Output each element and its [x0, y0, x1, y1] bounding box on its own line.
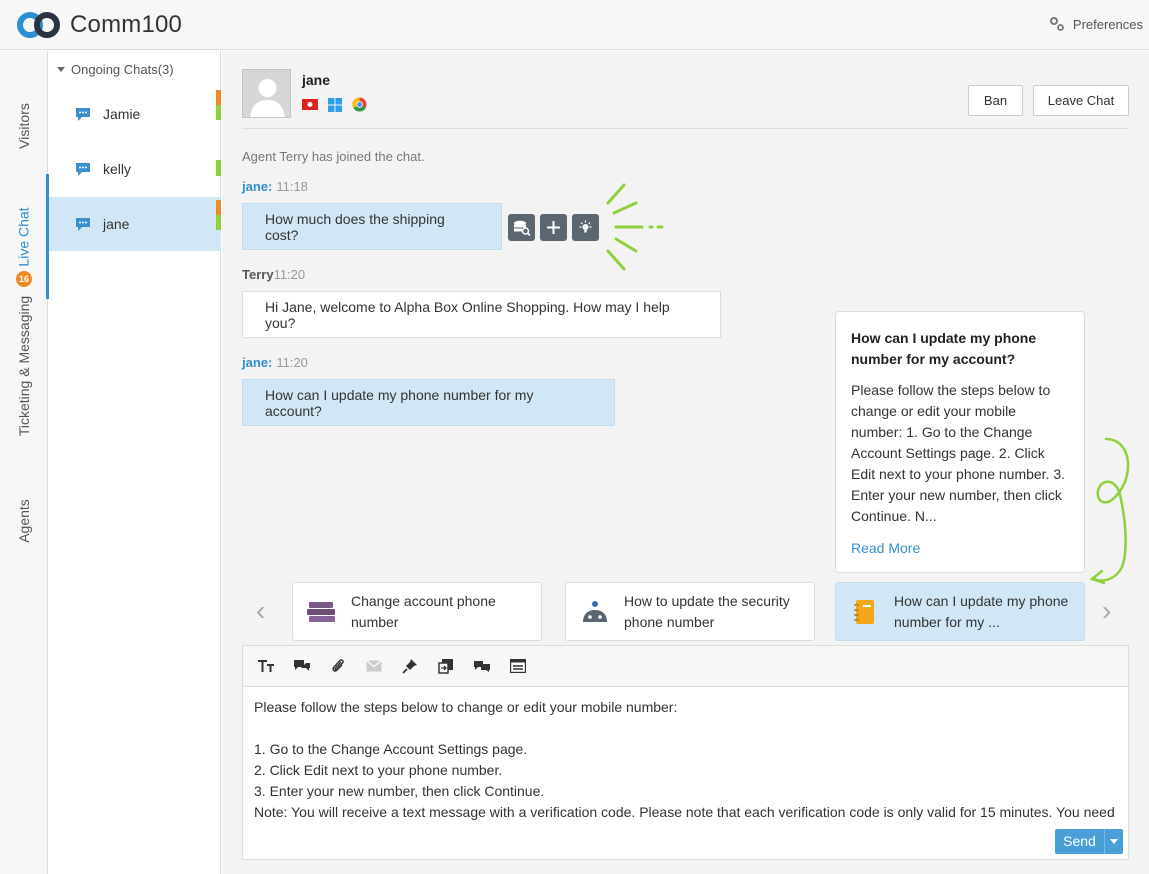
input-line — [254, 718, 1117, 739]
tab-visitors-label: Visitors — [16, 103, 32, 149]
status-bars — [216, 90, 221, 120]
transfer-icon[interactable] — [437, 657, 455, 675]
vertical-nav: Visitors Live Chat 16 Ticketing & Messag… — [0, 51, 49, 874]
preferences-label: Preferences — [1072, 16, 1143, 32]
top-bar: Comm100 Preferences — [0, 0, 1149, 50]
robot-icon — [583, 600, 607, 622]
books-icon — [307, 601, 335, 622]
input-line: Please follow the steps below to change … — [254, 699, 678, 715]
logo: Comm100 — [16, 11, 182, 39]
input-line: 1. Go to the Change Account Settings pag… — [254, 741, 528, 757]
chat-item-name: Jamie — [103, 106, 141, 122]
chat-item-jamie[interactable]: Jamie — [49, 87, 221, 141]
input-line: 2. Click Edit next to your phone number. — [254, 762, 503, 778]
chat-item-name: kelly — [103, 161, 132, 177]
tab-ticketing-messaging[interactable]: Ticketing & Messaging — [0, 291, 48, 441]
status-bars — [216, 200, 221, 230]
invite-chat-icon[interactable] — [473, 657, 491, 675]
ongoing-chats-label: Ongoing Chats(3) — [71, 62, 174, 77]
chat-item-kelly[interactable]: kelly — [49, 142, 221, 196]
lightbulb-icon — [579, 220, 592, 233]
visitor-message: How can I update my phone number for my … — [242, 379, 615, 426]
send-button[interactable]: Send — [1055, 829, 1123, 854]
ban-button[interactable]: Ban — [968, 85, 1023, 116]
caret-down-icon — [57, 66, 65, 72]
visitor-message: How much does the shipping cost? — [242, 203, 502, 250]
plus-icon — [547, 221, 560, 234]
suggestion-item-selected[interactable]: How can I update my phone number for my … — [835, 582, 1085, 641]
prev-suggestion-arrow[interactable]: ‹ — [256, 596, 265, 626]
pin-icon[interactable] — [401, 657, 419, 675]
preferences-link[interactable]: Preferences — [1049, 16, 1143, 32]
curl-arrow-annotation-icon — [1089, 437, 1130, 585]
suggestion-item[interactable]: Change account phone number — [292, 582, 542, 641]
tab-live-chat-label: Live Chat — [16, 206, 32, 267]
gears-icon — [1049, 17, 1064, 31]
canned-message-icon[interactable] — [293, 657, 311, 675]
add-button[interactable] — [540, 214, 567, 241]
database-search-icon — [513, 220, 531, 236]
visitor-name: jane — [302, 72, 331, 88]
message-input[interactable]: Please follow the steps below to change … — [243, 687, 1128, 821]
highlight-annotation-icon — [606, 183, 664, 271]
leave-chat-button[interactable]: Leave Chat — [1033, 85, 1129, 116]
hong-kong-flag-icon — [302, 99, 318, 110]
visitor-header: jane Ban Leave Chat — [242, 69, 1129, 129]
message-time: 11:18 — [276, 179, 308, 194]
tab-visitors[interactable]: Visitors — [0, 71, 48, 181]
chat-panel: jane Ban Leave Chat Agent Terry has join… — [222, 51, 1149, 874]
system-message: Agent Terry has joined the chat. — [242, 149, 425, 164]
suggestion-item[interactable]: How to update the security phone number — [565, 582, 815, 641]
form-icon[interactable] — [509, 657, 527, 675]
windows-icon — [328, 97, 342, 112]
font-size-icon[interactable] — [257, 657, 275, 675]
comm100-logo-icon — [17, 12, 60, 38]
message-sender: jane: — [242, 355, 273, 370]
agent-message: Hi Jane, welcome to Alpha Box Online Sho… — [242, 291, 721, 338]
chat-item-jane[interactable]: jane — [49, 197, 221, 251]
next-suggestion-arrow[interactable]: › — [1102, 596, 1111, 626]
kb-article-card: How can I update my phone number for my … — [835, 311, 1085, 573]
tab-agents[interactable]: Agents — [0, 471, 48, 571]
suggest-button[interactable] — [572, 214, 599, 241]
avatar — [242, 69, 291, 118]
message-time: 11:20 — [276, 355, 308, 370]
message-meta: jane: 11:20 — [242, 355, 308, 370]
ongoing-chats-group[interactable]: Ongoing Chats(3) — [57, 62, 174, 77]
chat-item-name: jane — [103, 216, 130, 232]
message-sender: Terry — [242, 267, 274, 282]
chrome-icon — [352, 97, 367, 112]
read-more-link[interactable]: Read More — [851, 540, 920, 556]
composer-toolbar — [243, 646, 1128, 687]
tab-ticketing-label: Ticketing & Messaging — [16, 295, 33, 437]
input-line: Note: You will receive a text message wi… — [254, 804, 1115, 820]
send-label: Send — [1055, 829, 1105, 854]
message-sender: jane: — [242, 179, 273, 194]
suggestion-text: How to update the security phone number — [624, 592, 790, 630]
tab-agents-label: Agents — [16, 499, 32, 543]
kb-question: How can I update my phone number for my … — [851, 330, 1037, 367]
attachment-icon[interactable] — [329, 657, 347, 675]
chat-bubble-icon — [76, 217, 90, 231]
email-icon[interactable] — [365, 657, 383, 675]
message-meta: jane: 11:18 — [242, 179, 308, 194]
caret-down-icon — [1110, 839, 1118, 844]
chat-bubble-icon — [76, 107, 90, 121]
kb-search-button[interactable] — [508, 214, 535, 241]
notebook-icon — [854, 599, 874, 624]
chat-bubble-icon — [76, 162, 90, 176]
brand-name: Comm100 — [70, 11, 183, 38]
ticketing-badge: 16 — [16, 271, 32, 287]
status-bars — [216, 160, 221, 176]
input-line: 3. Enter your new number, then click Con… — [254, 783, 545, 799]
message-time: 11:20 — [273, 267, 306, 282]
visitor-info-icons — [302, 97, 367, 112]
message-meta: Terry11:20 — [242, 267, 305, 282]
chat-list: Ongoing Chats(3) Jamie kelly jane — [49, 51, 221, 874]
kb-answer: Please follow the steps below to change … — [851, 382, 1066, 524]
suggestion-text: Change account phone number — [351, 592, 496, 630]
send-options-dropdown[interactable] — [1105, 839, 1123, 844]
suggestion-text: How can I update my phone number for my … — [894, 592, 1069, 630]
message-composer: Please follow the steps below to change … — [242, 645, 1129, 860]
